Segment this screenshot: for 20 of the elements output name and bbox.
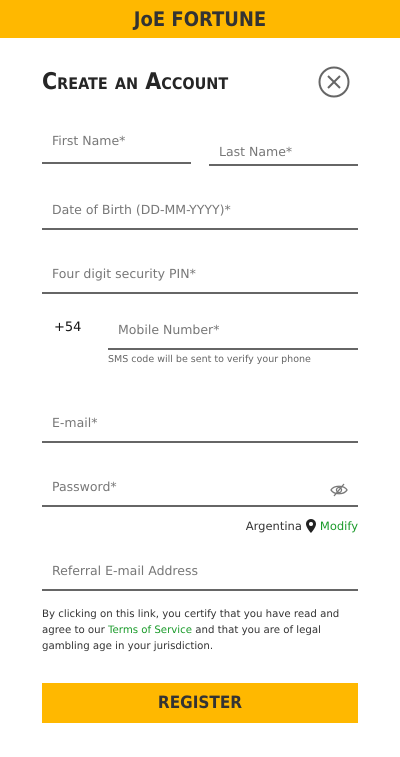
page-title: Create an Account [42, 69, 228, 95]
email-field[interactable]: E-mail* [42, 395, 358, 443]
input-field[interactable]: Date of Birth (DD-MM-YYYY)* [42, 182, 358, 230]
input-field[interactable]: First Name* [42, 118, 191, 164]
country-code: +54 [54, 320, 82, 335]
location-pin-icon [306, 519, 316, 533]
input-field[interactable]: Four digit security PIN* [42, 246, 358, 294]
password-field[interactable]: Password* [42, 459, 358, 507]
phone-field[interactable]: Mobile Number* [108, 310, 358, 350]
hint-text: SMS code will be sent to verify your phone [108, 354, 312, 365]
register-button[interactable]: REGISTER [42, 683, 358, 723]
input-field[interactable]: Last Name* [209, 118, 358, 166]
eye-slash-icon[interactable] [330, 483, 348, 497]
modify-link[interactable]: Modify [320, 519, 358, 533]
consent-text: By clicking on this link, you certify that you have read and agree to our Terms of Service and that you are of legal gambling age in your jurisdiction. [42, 608, 340, 654]
close-icon[interactable] [318, 66, 350, 98]
logo[interactable]: JoE FORTUNE [134, 7, 266, 31]
country-label: Argentina [246, 519, 302, 533]
terms-link[interactable]: Terms of Service [108, 625, 192, 636]
referral-field[interactable]: Referral E-mail Address [42, 543, 358, 591]
